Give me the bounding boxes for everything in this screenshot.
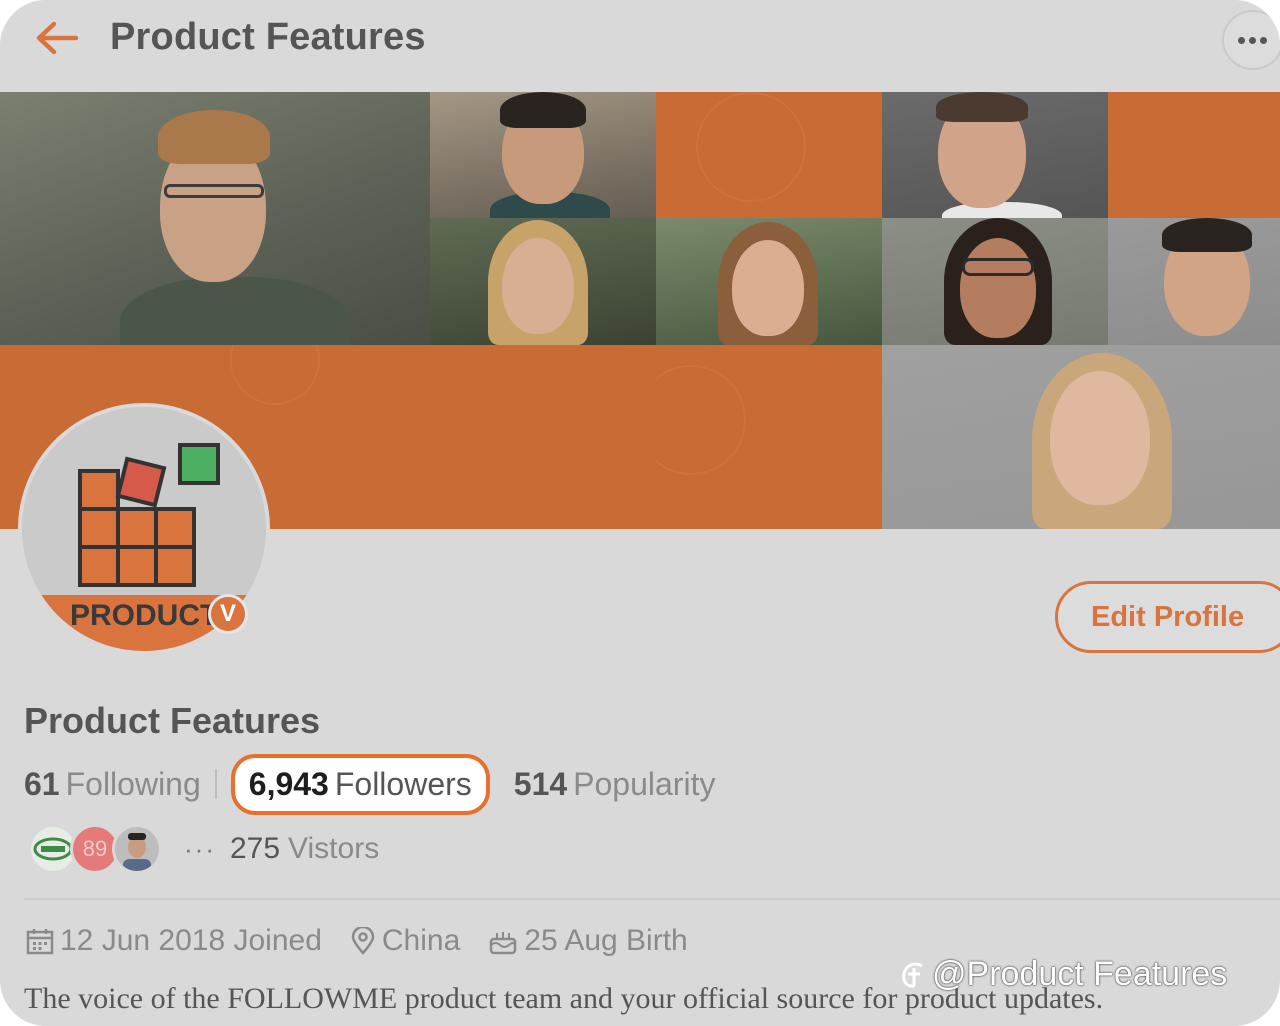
birthday-cake-icon <box>490 932 517 955</box>
top-bar: Product Features <box>0 0 1280 92</box>
birthday: 25 Aug Birth <box>488 924 688 958</box>
page-title: Product Features <box>110 16 426 58</box>
visitors-row[interactable]: 89 ··· 275 Vistors <box>28 822 379 876</box>
banner-photo-man-smiling <box>430 92 656 218</box>
more-visitors-icon[interactable]: ··· <box>184 834 216 865</box>
visitor-logo-icon <box>33 837 73 861</box>
banner-photo-woman-brunette <box>656 218 882 345</box>
banner-photo-man-short-hair <box>882 92 1108 218</box>
banner-photo-woman-blonde <box>430 218 656 345</box>
followers-count: 6,943 <box>248 765 329 802</box>
verified-badge-icon: V <box>208 594 248 634</box>
banner-orange-tile <box>656 92 882 218</box>
more-dot <box>1249 36 1256 44</box>
visitor-avatar[interactable] <box>112 824 162 874</box>
section-divider <box>24 898 1280 900</box>
banner-photo-man-laughing <box>1108 218 1280 345</box>
following-label: Following <box>65 765 201 802</box>
joined-date: 12 Jun 2018 Joined <box>26 924 322 958</box>
stat-divider <box>214 769 217 799</box>
calendar-icon <box>26 929 54 955</box>
popularity-count: 514 <box>513 765 568 802</box>
back-arrow-icon[interactable] <box>34 20 80 56</box>
visitor-person-icon <box>115 827 159 871</box>
location: China <box>350 924 460 958</box>
more-horizontal-icon <box>1238 36 1245 44</box>
edit-profile-button[interactable]: Edit Profile <box>1055 581 1280 653</box>
popularity-label: Popularity <box>573 765 716 802</box>
banner-photo-woman-smiling <box>882 345 1280 529</box>
location-text: China <box>381 924 461 957</box>
followers-label: Followers <box>334 765 472 802</box>
watermark-text: @Product Features <box>932 955 1228 993</box>
banner-photo-man-glasses <box>0 92 430 345</box>
location-pin-icon <box>351 927 375 955</box>
profile-meta: 12 Jun 2018 Joined China 25 Aug Birth <box>26 920 716 962</box>
profile-stats: 61 Following 6,943 Followers 514 Popular… <box>24 753 716 815</box>
visitors-count: 275 <box>229 832 281 865</box>
more-dot <box>1260 36 1267 44</box>
banner-orange-tile <box>656 345 882 529</box>
banner-orange-tile <box>1108 92 1280 218</box>
popularity-stat[interactable]: 514 Popularity <box>514 766 716 803</box>
visitors-label: Vistors <box>288 832 380 865</box>
following-count: 61 <box>24 765 60 802</box>
watermark: @Product Features <box>898 955 1227 994</box>
banner-orange-tile <box>430 345 656 529</box>
more-options-button[interactable] <box>1222 10 1280 70</box>
birthday-text: 25 Aug Birth <box>524 924 688 957</box>
following-stat[interactable]: 61 Following <box>24 766 201 803</box>
profile-name: Product Features <box>24 700 321 741</box>
watermark-logo-icon <box>902 962 923 988</box>
followers-stat-highlighted[interactable]: 6,943 Followers <box>230 753 490 815</box>
banner-photo-woman-glasses <box>882 218 1108 345</box>
logo-text: PRODUCT <box>70 599 218 632</box>
visitor-badge-number: 89 <box>82 836 108 861</box>
joined-text: 12 Jun 2018 Joined <box>60 924 322 957</box>
screen: Product Features PRODUCT V Edit Profile … <box>0 0 1280 1026</box>
